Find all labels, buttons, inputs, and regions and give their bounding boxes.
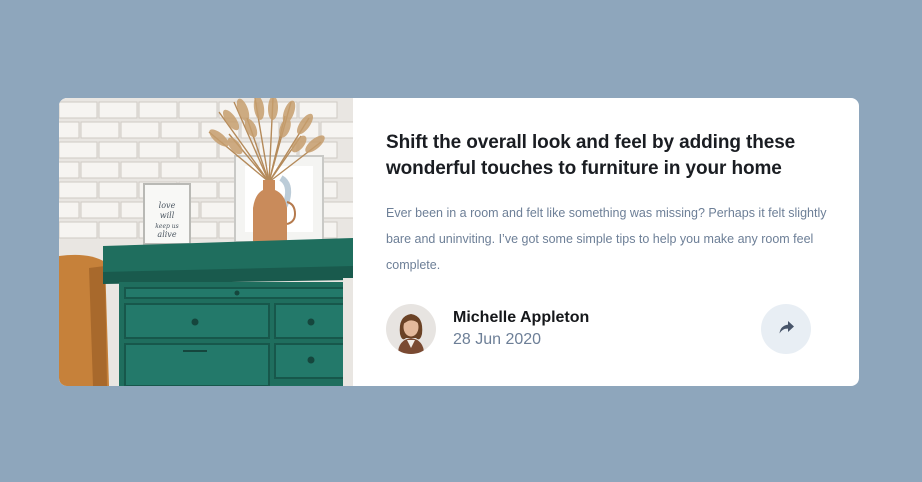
svg-text:will: will [160,211,175,220]
article-content: Shift the overall look and feel by addin… [353,98,859,386]
article-preview-card: love will keep us alive Shift the overal… [59,98,859,386]
article-image: love will keep us alive [59,98,353,386]
share-button[interactable] [761,304,811,354]
article-title: Shift the overall look and feel by addin… [386,132,796,179]
svg-text:keep us: keep us [155,223,178,230]
author-name: Michelle Appleton [453,308,590,326]
svg-text:love: love [159,201,176,210]
publish-date: 28 Jun 2020 [453,330,542,348]
author-info: Michelle Appleton 28 Jun 2020 [386,304,589,354]
article-description: Ever been in a room and felt like someth… [386,206,827,272]
svg-text:alive: alive [157,230,176,239]
avatar [386,304,436,354]
share-arrow-icon [779,321,794,337]
